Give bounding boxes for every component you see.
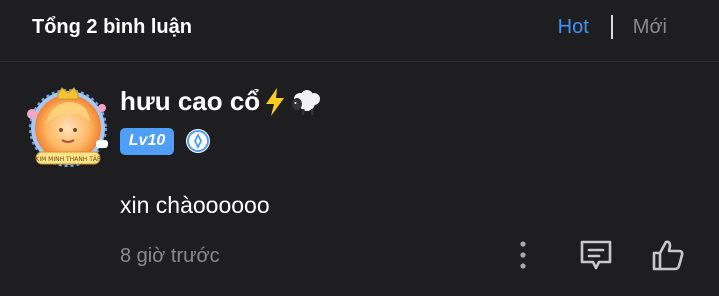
reply-icon[interactable] xyxy=(578,238,614,272)
sheep-icon xyxy=(292,89,321,115)
comment-count-title: Tổng 2 bình luận xyxy=(32,16,192,38)
lightning-icon xyxy=(266,87,285,116)
comment-username[interactable]: hưu cao cổ xyxy=(120,86,324,117)
user-badges: Lv10 xyxy=(120,127,212,155)
avatar-frame-text: KIM MINH THANH TẬP xyxy=(35,156,101,163)
avatar[interactable]: KIM MINH THANH TẬP xyxy=(24,86,112,170)
comment-timestamp: 8 giờ trước xyxy=(120,245,220,267)
sort-divider xyxy=(610,15,613,39)
username-text: hưu cao cổ xyxy=(120,86,261,116)
like-icon[interactable] xyxy=(650,238,686,272)
sort-toggle: Hot Mới xyxy=(558,15,667,39)
more-options-icon[interactable] xyxy=(510,238,536,272)
comment-body: xin chàoooooo xyxy=(120,192,270,218)
level-badge: Lv10 xyxy=(120,127,174,155)
rank-icon xyxy=(186,129,210,153)
comments-panel: Tổng 2 bình luận Hot Mới KIM MINH THANH … xyxy=(0,0,719,296)
avatar-frame-icon: KIM MINH THANH TẬP xyxy=(27,87,108,167)
comments-header: Tổng 2 bình luận Hot Mới xyxy=(0,0,719,62)
sort-hot-tab[interactable]: Hot xyxy=(558,16,589,39)
sort-new-tab[interactable]: Mới xyxy=(633,16,667,39)
